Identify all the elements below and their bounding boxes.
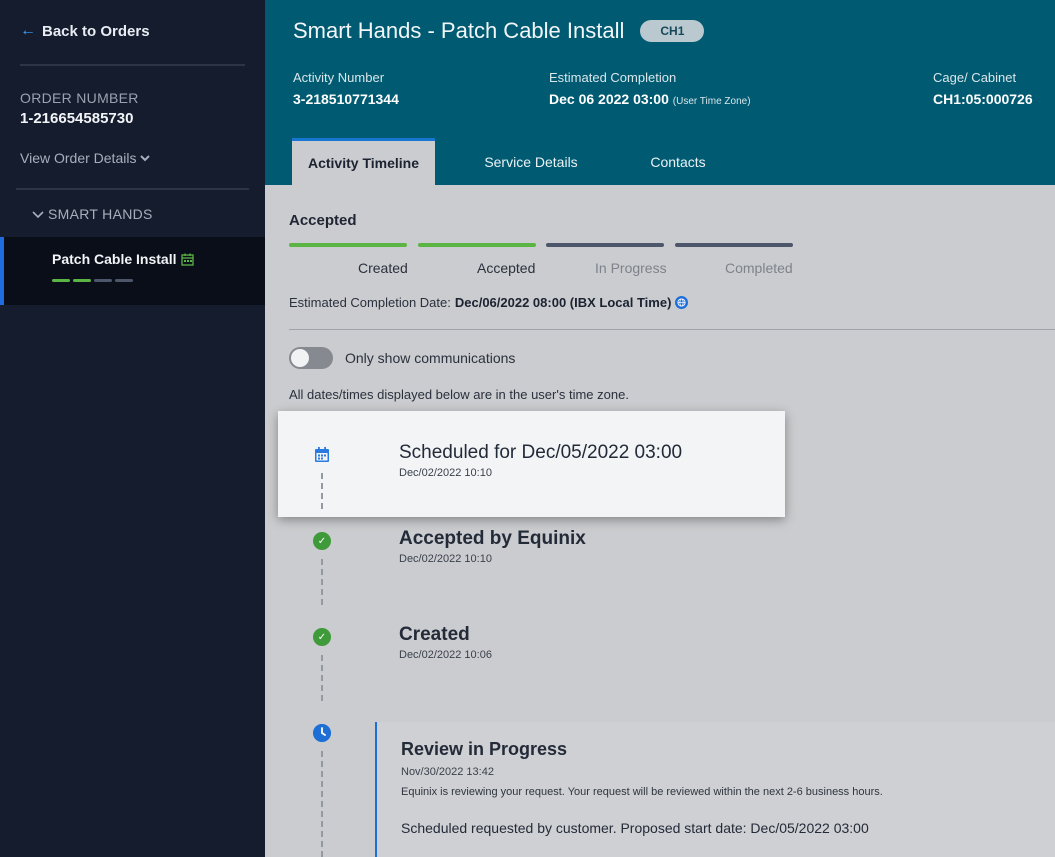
- estimated-completion-block: Estimated Completion Dec 06 2022 03:00 (…: [549, 70, 751, 107]
- sidebar-divider: [16, 188, 249, 190]
- back-to-orders-label: Back to Orders: [42, 22, 150, 40]
- chevron-down-icon: [32, 211, 44, 219]
- stage-bar-completed: [675, 243, 793, 247]
- order-number-value: 1-216654585730: [20, 110, 134, 127]
- calendar-icon: [315, 447, 329, 462]
- order-number-label: ORDER NUMBER: [20, 90, 139, 106]
- timeline-event-date: Dec/02/2022 10:10: [399, 467, 492, 479]
- timeline-event-title: Created: [399, 624, 470, 645]
- mini-progress-segment: [115, 279, 133, 282]
- cage-cabinet-label: Cage/ Cabinet: [933, 70, 1017, 85]
- sidebar: ← Back to Orders ORDER NUMBER 1-21665458…: [0, 0, 265, 857]
- activity-timeline-panel: Accepted Created Accepted In Progress Co…: [265, 185, 1055, 857]
- stage-label-accepted: Accepted: [477, 260, 536, 276]
- timeline-connector: [321, 473, 323, 509]
- timeline-event-date: Dec/02/2022 10:06: [399, 649, 492, 661]
- globe-icon[interactable]: [675, 296, 689, 309]
- tab-activity-timeline[interactable]: Activity Timeline: [292, 138, 435, 185]
- review-schedule-note: Scheduled requested by customer. Propose…: [401, 820, 869, 836]
- sidebar-item-patch-cable-install[interactable]: Patch Cable Install: [0, 237, 265, 305]
- back-to-orders-link[interactable]: ← Back to Orders: [20, 22, 150, 40]
- toggle-knob: [291, 349, 309, 367]
- activity-number-value: 3-218510771344: [293, 91, 399, 107]
- tab-contacts[interactable]: Contacts: [627, 138, 729, 185]
- sidebar-item-label: Patch Cable Install: [52, 251, 177, 267]
- smart-hands-section-label: SMART HANDS: [48, 206, 153, 222]
- stage-label-in-progress: In Progress: [595, 260, 667, 276]
- estimated-completion-timezone: (User Time Zone): [672, 96, 751, 107]
- est-date-label: Estimated Completion Date:: [289, 295, 451, 310]
- stage-bar-created: [289, 243, 407, 247]
- view-order-details-link[interactable]: View Order Details: [20, 150, 151, 166]
- sidebar-divider: [20, 64, 245, 66]
- activity-number-block: Activity Number 3-218510771344: [293, 70, 399, 107]
- review-date: Nov/30/2022 13:42: [401, 766, 494, 778]
- cage-cabinet-block: Cage/ Cabinet CH1:05:000726: [933, 70, 1033, 107]
- review-description: Equinix is reviewing your request. Your …: [401, 786, 883, 798]
- chevron-down-icon: [140, 155, 151, 162]
- estimated-completion-value: Dec 06 2022 03:00: [549, 91, 669, 107]
- page-title-text: Smart Hands - Patch Cable Install: [293, 18, 625, 43]
- cage-cabinet-value: CH1:05:000726: [933, 91, 1033, 107]
- check-icon: ✓: [313, 532, 331, 550]
- activity-number-label: Activity Number: [293, 70, 385, 85]
- tab-bar: Activity Timeline Service Details Contac…: [292, 138, 729, 185]
- estimated-completion-date: Estimated Completion Date: Dec/06/2022 0…: [289, 295, 689, 310]
- smart-hands-section-toggle[interactable]: SMART HANDS: [32, 206, 153, 222]
- check-icon: ✓: [313, 628, 331, 646]
- current-status: Accepted: [289, 212, 357, 229]
- mini-progress-bar: [52, 279, 133, 282]
- stage-label-created: Created: [358, 260, 408, 276]
- tab-service-details[interactable]: Service Details: [435, 138, 627, 185]
- mini-progress-segment: [94, 279, 112, 282]
- timeline-event-title: Scheduled for Dec/05/2022 03:00: [399, 442, 683, 463]
- review-in-progress-panel: Review in Progress Nov/30/2022 13:42 Equ…: [375, 722, 1055, 857]
- page-title: Smart Hands - Patch Cable Install CH1: [293, 18, 705, 44]
- order-header: Smart Hands - Patch Cable Install CH1 Ac…: [265, 0, 1055, 185]
- timeline-event-title: Accepted by Equinix: [399, 528, 586, 549]
- mini-progress-segment: [73, 279, 91, 282]
- stage-bar-in-progress: [546, 243, 664, 247]
- section-divider: [289, 329, 1055, 330]
- stage-label-completed: Completed: [725, 260, 793, 276]
- timeline-connector: [321, 751, 323, 857]
- communications-toggle-row: Only show communications: [289, 347, 515, 369]
- toggle-label: Only show communications: [345, 350, 516, 366]
- mini-progress-segment: [52, 279, 70, 282]
- review-title: Review in Progress: [401, 739, 568, 759]
- timezone-note: All dates/times displayed below are in t…: [289, 387, 629, 402]
- estimated-completion-label: Estimated Completion: [549, 70, 677, 85]
- timeline-connector: [321, 655, 323, 701]
- arrow-left-icon: ←: [20, 22, 36, 39]
- view-order-details-label: View Order Details: [20, 150, 137, 166]
- timeline-event-card-highlighted[interactable]: [278, 411, 785, 517]
- stage-bar-accepted: [418, 243, 536, 247]
- only-show-communications-toggle[interactable]: [289, 347, 333, 369]
- est-date-value: Dec/06/2022 08:00 (IBX Local Time): [454, 295, 672, 310]
- location-badge: CH1: [640, 20, 705, 42]
- timeline-connector: [321, 559, 323, 605]
- clock-icon: [313, 724, 331, 742]
- calendar-icon: [181, 253, 195, 266]
- timeline-event-date: Dec/02/2022 10:10: [399, 553, 492, 565]
